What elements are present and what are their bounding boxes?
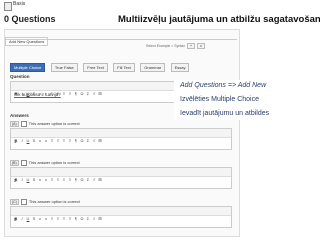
type-free-text-button[interactable]: Free Text (83, 63, 108, 72)
table-button[interactable]: ⊞ (97, 215, 103, 223)
answer-editor-a[interactable]: B I U Sx x ≡ ≡ ≡ ≡ ¶ Ω Σ √ ⊞ 1 (10, 128, 232, 150)
correct-checkbox[interactable] (20, 199, 27, 205)
answer-number[interactable]: (C) (10, 199, 19, 206)
answer-number[interactable]: (A) (10, 121, 19, 128)
correct-label: This answer option is correct (28, 199, 80, 205)
annotation-line-2: Izvēlēties Multiple Choice (180, 96, 259, 103)
breadcrumb[interactable]: Basis (13, 1, 25, 7)
type-fill-text-button[interactable]: Fill Text (113, 63, 135, 72)
question-tools: Select Example > Syntax + x (146, 43, 205, 49)
answer-number[interactable]: (B) (10, 160, 19, 167)
correct-checkbox[interactable] (20, 121, 27, 127)
annotation-line-3: Ievadīt jautājumu un atbildes (180, 110, 270, 117)
table-button[interactable]: ⊞ (97, 90, 103, 98)
correct-label: This answer option is correct (28, 160, 80, 166)
type-grammar-button[interactable]: Grammar (140, 63, 166, 72)
table-button[interactable]: ⊞ (97, 137, 103, 145)
type-true-false-button[interactable]: True False (50, 63, 78, 72)
slide-title: Multiizvēļu jautājuma un atbilžu sagatav… (118, 14, 320, 25)
document-icon (4, 2, 12, 11)
type-essay-button[interactable]: Essay (170, 63, 190, 72)
correct-label: This answer option is correct (28, 121, 80, 127)
page-subtitle: .... (47, 18, 52, 23)
annotation-line-1: Add Questions => Add New (180, 82, 267, 89)
remove-button[interactable]: x (197, 43, 205, 49)
divider (5, 39, 237, 40)
editor-toolbar: B I U Sx x ≡ ≡ ≡ ≡ ¶ Ω Σ √ ⊞ (11, 207, 231, 221)
answer-editor-b[interactable]: B I U Sx x ≡ ≡ ≡ ≡ ¶ Ω Σ √ ⊞ 2 (10, 167, 232, 189)
add-button[interactable]: + (187, 43, 196, 49)
answer-editor-c[interactable]: B I U Sx x ≡ ≡ ≡ ≡ ¶ Ω Σ √ ⊞ 5 (10, 206, 232, 228)
question-tools-label[interactable]: Select Example > Syntax (146, 44, 185, 48)
answer-header-c: (C) This answer option is correct (10, 199, 80, 206)
answer-header-b: (B) This answer option is correct (10, 160, 80, 167)
tab-strip: Add New Questions (5, 30, 49, 46)
editor-toolbar: B I U Sx x ≡ ≡ ≡ ≡ ¶ Ω Σ √ ⊞ (11, 129, 231, 143)
correct-checkbox[interactable] (20, 160, 27, 166)
top-bar: Basis (0, 0, 320, 12)
table-button[interactable]: ⊞ (97, 176, 103, 184)
answer-header-a: (A) This answer option is correct (10, 121, 80, 128)
answers-label: Answers (10, 113, 29, 118)
editor-toolbar: B I U Sx x ≡ ≡ ≡ ≡ ¶ Ω Σ √ ⊞ (11, 168, 231, 182)
question-type-bar: Multiple Choice True False Free Text Fil… (10, 56, 190, 72)
question-label: Question (10, 74, 30, 79)
type-multiple-choice-button[interactable]: Multiple Choice (10, 63, 46, 72)
